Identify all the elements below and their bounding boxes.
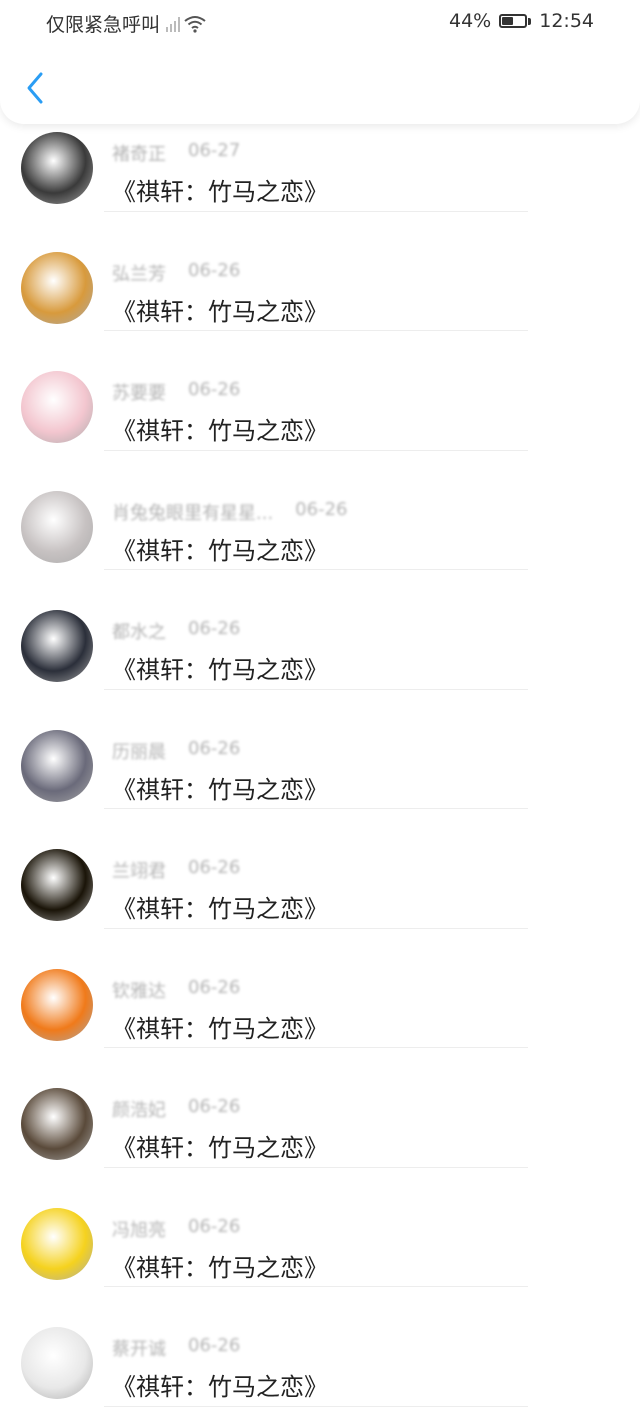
- divider: [104, 1405, 528, 1407]
- sender-name: 冯旭亮: [112, 1219, 166, 1241]
- message-date: 06-26: [188, 1335, 241, 1356]
- message-text: 《祺轩：竹马之恋》: [112, 417, 328, 445]
- avatar[interactable]: [21, 132, 93, 204]
- message-text: 《祺轩：竹马之恋》: [112, 297, 328, 326]
- sender-name: 褚奇正: [112, 144, 166, 165]
- wifi-icon: [184, 15, 206, 33]
- battery-icon: [499, 14, 532, 28]
- back-button[interactable]: [18, 68, 52, 108]
- message-text: 《祺轩：竹马之恋》: [112, 1014, 328, 1043]
- list-item[interactable]: 苏要要 06-26 《祺轩：竹马之恋》: [0, 331, 640, 451]
- list-item[interactable]: 冯旭亮 06-26 《祺轩：竹马之恋》: [0, 1168, 640, 1287]
- message-date: 06-26: [188, 737, 241, 759]
- message-date: 06-26: [188, 259, 241, 281]
- message-text: 《祺轩：竹马之恋》: [112, 895, 328, 923]
- message-date: 06-26: [188, 857, 241, 878]
- message-text: 《祺轩：竹马之恋》: [112, 536, 328, 565]
- carrier-text: 仅限紧急呼叫: [46, 14, 161, 36]
- chevron-left-icon: [27, 72, 43, 104]
- avatar[interactable]: [21, 849, 93, 921]
- sender-name: 颜浩妃: [112, 1100, 166, 1121]
- message-text: 《祺轩：竹马之恋》: [112, 1253, 328, 1282]
- list-item[interactable]: 颜浩妃 06-26 《祺轩：竹马之恋》: [0, 1048, 640, 1168]
- list-item[interactable]: 弘兰芳 06-26 《祺轩：竹马之恋》: [0, 212, 640, 331]
- message-text: 《祺轩：竹马之恋》: [112, 178, 328, 206]
- message-date: 06-26: [188, 1215, 241, 1237]
- avatar[interactable]: [21, 968, 93, 1041]
- avatar[interactable]: [21, 1207, 93, 1280]
- signal-icon: [166, 16, 181, 32]
- avatar[interactable]: [21, 490, 93, 563]
- avatar[interactable]: [21, 1327, 93, 1399]
- avatar[interactable]: [21, 371, 93, 443]
- avatar[interactable]: [21, 1088, 93, 1160]
- sender-name: 弘兰芳: [112, 263, 166, 285]
- list-item[interactable]: 肖兔兔眼里有星星... 06-26 《祺轩：竹马之恋》: [0, 451, 640, 570]
- sender-name: 兰翊君: [112, 861, 166, 882]
- sender-name: 肖兔兔眼里有星星...: [112, 502, 274, 524]
- message-date: 06-26: [295, 498, 348, 520]
- clock: 12:54: [539, 10, 594, 32]
- message-text: 《祺轩：竹马之恋》: [112, 656, 328, 684]
- message-date: 06-26: [188, 379, 241, 400]
- list-item[interactable]: 历丽晨 06-26 《祺轩：竹马之恋》: [0, 690, 640, 809]
- list-item[interactable]: 兰翊君 06-26 《祺轩：竹马之恋》: [0, 809, 640, 929]
- avatar[interactable]: [21, 251, 93, 324]
- sender-name: 蔡开诚: [112, 1339, 166, 1360]
- sender-name: 历丽晨: [112, 741, 166, 763]
- avatar[interactable]: [21, 729, 93, 802]
- message-text: 《祺轩：竹马之恋》: [112, 1373, 328, 1401]
- top-bar: [0, 46, 640, 124]
- message-list: 褚奇正 06-27 《祺轩：竹马之恋》 弘兰芳 06-26 《祺轩：竹马之恋》 …: [0, 92, 640, 1407]
- message-date: 06-27: [188, 140, 241, 161]
- list-item[interactable]: 蔡开诚 06-26 《祺轩：竹马之恋》: [0, 1287, 640, 1407]
- status-bar: 仅限紧急呼叫 44% 12:54: [0, 0, 640, 46]
- avatar[interactable]: [21, 610, 93, 682]
- sender-name: 钦雅达: [112, 980, 166, 1002]
- battery-percent: 44%: [449, 10, 492, 32]
- sender-name: 都水之: [112, 622, 166, 643]
- sender-name: 苏要要: [112, 383, 166, 404]
- message-date: 06-26: [188, 976, 241, 998]
- message-text: 《祺轩：竹马之恋》: [112, 775, 328, 804]
- message-text: 《祺轩：竹马之恋》: [112, 1134, 328, 1162]
- message-date: 06-26: [188, 618, 241, 639]
- message-date: 06-26: [188, 1096, 241, 1117]
- list-item[interactable]: 钦雅达 06-26 《祺轩：竹马之恋》: [0, 929, 640, 1048]
- list-item[interactable]: 都水之 06-26 《祺轩：竹马之恋》: [0, 570, 640, 690]
